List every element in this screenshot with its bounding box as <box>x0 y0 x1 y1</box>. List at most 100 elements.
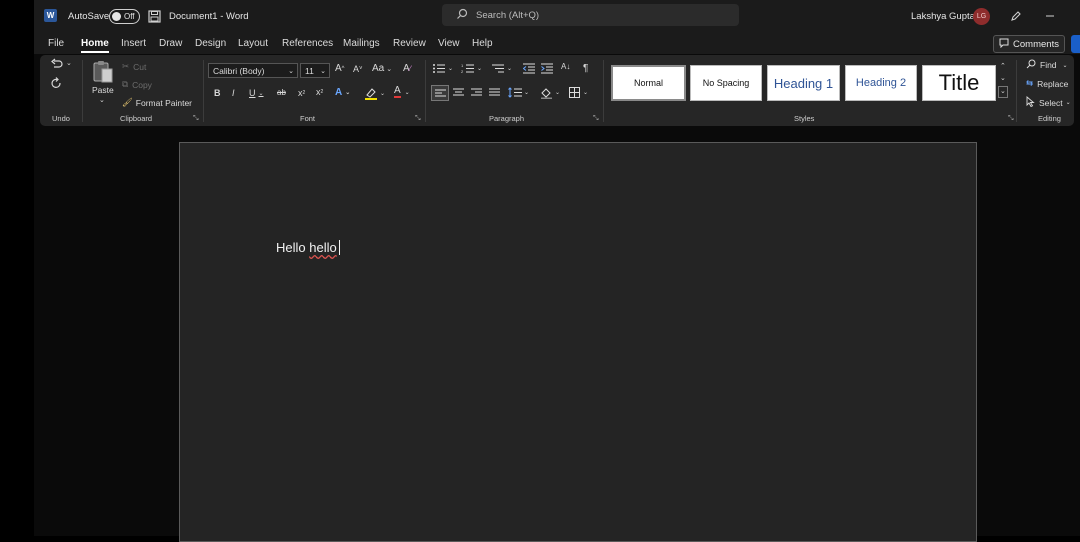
font-size-value: 11 <box>305 65 314 76</box>
format-painter-button[interactable]: 🖌 Format Painter <box>122 97 192 108</box>
paste-icon[interactable] <box>92 60 114 84</box>
paste-dropdown-icon[interactable]: ⌄ <box>99 96 105 104</box>
document-body[interactable]: Hello hello <box>276 240 340 255</box>
divider <box>1016 60 1017 122</box>
show-formatting-icon[interactable]: ¶ <box>583 63 588 74</box>
sort-icon[interactable]: A↓ <box>561 62 570 71</box>
share-button[interactable] <box>1071 35 1080 53</box>
borders-icon[interactable]: ⌄ <box>569 87 588 98</box>
word-logo-icon: W <box>44 9 57 22</box>
highlight-icon[interactable]: ⌄ <box>364 86 385 100</box>
paintbrush-icon: 🖌 <box>122 97 133 107</box>
tab-file[interactable]: File <box>48 38 64 49</box>
font-group-label: Font <box>300 114 316 123</box>
styles-scroll[interactable]: ⌃ ⌄ ⌄ <box>998 62 1008 98</box>
shrink-font-icon[interactable]: A ˅ <box>353 64 363 74</box>
find-label: Find <box>1040 60 1057 70</box>
replace-button[interactable]: ⇆ Replace <box>1026 78 1068 89</box>
bullets-icon[interactable]: ⌄ <box>432 63 453 74</box>
decrease-indent-icon[interactable] <box>523 63 535 74</box>
misspelled-word[interactable]: hello <box>309 240 336 255</box>
save-icon[interactable] <box>148 0 161 32</box>
pen-icon[interactable] <box>1010 0 1022 32</box>
line-spacing-icon[interactable]: ⌄ <box>508 87 529 98</box>
comments-button[interactable]: Comments <box>993 35 1065 53</box>
document-page[interactable] <box>179 142 977 542</box>
clipboard-launcher-icon[interactable]: ⤡ <box>193 115 199 123</box>
divider <box>425 60 426 122</box>
multilevel-list-icon[interactable]: ⌄ <box>491 63 512 74</box>
tab-mailings[interactable]: Mailings <box>343 38 380 49</box>
scissors-icon: ✂ <box>122 61 130 71</box>
cut-button[interactable]: ✂ Cut <box>122 61 146 72</box>
chevron-down-icon: ⌄ <box>1062 62 1068 69</box>
paragraph-group-label: Paragraph <box>489 114 525 123</box>
chevron-up-icon[interactable]: ⌃ <box>1000 62 1006 72</box>
align-right-icon[interactable] <box>471 88 482 97</box>
style-heading-1[interactable]: Heading 1 <box>767 65 840 101</box>
tab-home[interactable]: Home <box>81 38 109 53</box>
tab-design[interactable]: Design <box>195 38 226 49</box>
tab-draw[interactable]: Draw <box>159 38 182 49</box>
more-icon[interactable]: ⌄ <box>998 86 1008 98</box>
find-button[interactable]: Find ⌄ <box>1026 59 1068 71</box>
chevron-down-icon[interactable]: ⌄ <box>1000 74 1006 84</box>
italic-icon[interactable]: I <box>232 88 235 98</box>
style-no-spacing[interactable]: No Spacing <box>690 65 762 101</box>
style-heading-2[interactable]: Heading 2 <box>845 65 917 101</box>
style-normal[interactable]: Normal <box>611 65 686 101</box>
font-family-select[interactable]: Calibri (Body) ⌄ <box>208 63 298 78</box>
superscript-icon[interactable]: x2 <box>316 87 323 97</box>
copy-button[interactable]: ⧉ Copy <box>122 79 152 90</box>
search-box[interactable]: Search (Alt+Q) <box>442 4 739 26</box>
text-effects-icon[interactable]: A ⌄ <box>335 87 350 98</box>
search-icon <box>456 8 468 23</box>
undo-dropdown-icon[interactable]: ⌄ <box>66 59 72 67</box>
redo-icon[interactable] <box>50 77 63 90</box>
strikethrough-icon[interactable]: ab <box>277 88 286 97</box>
paragraph-launcher-icon[interactable]: ⤡ <box>593 115 599 123</box>
tab-insert[interactable]: Insert <box>121 38 146 49</box>
chevron-down-icon: ⌄ <box>320 67 326 75</box>
style-title[interactable]: Title <box>922 65 996 101</box>
tab-layout[interactable]: Layout <box>238 38 268 49</box>
text-caret <box>338 240 340 255</box>
document-title: Document1 - Word <box>169 10 249 22</box>
paste-button[interactable]: Paste <box>92 85 114 95</box>
tab-help[interactable]: Help <box>472 38 493 49</box>
undo-icon[interactable] <box>50 58 63 70</box>
tab-view[interactable]: View <box>438 38 460 49</box>
change-case-icon[interactable]: Aa ⌄ <box>372 63 392 74</box>
grow-font-icon[interactable]: A ^ <box>335 63 345 74</box>
align-left-icon[interactable] <box>431 85 449 101</box>
font-launcher-icon[interactable]: ⤡ <box>415 115 421 123</box>
tab-review[interactable]: Review <box>393 38 426 49</box>
comment-icon <box>999 38 1009 51</box>
autosave-label: AutoSave <box>68 10 110 22</box>
format-painter-label: Format Painter <box>135 97 193 108</box>
toggle-knob <box>112 11 121 21</box>
user-name[interactable]: Lakshya Gupta <box>911 0 975 32</box>
avatar[interactable]: LG <box>973 7 990 25</box>
minimize-icon[interactable] <box>1045 0 1055 32</box>
justify-icon[interactable] <box>489 88 500 97</box>
numbering-icon[interactable]: 1 2 ⌄ <box>461 63 482 74</box>
tab-references[interactable]: References <box>282 38 333 49</box>
subscript-icon[interactable]: x2 <box>298 88 305 98</box>
underline-icon[interactable]: U ⌄ <box>249 88 264 98</box>
increase-indent-icon[interactable] <box>541 63 553 74</box>
copy-icon: ⧉ <box>122 79 129 89</box>
shading-icon[interactable]: ⌄ <box>540 86 560 99</box>
comments-label: Comments <box>1013 38 1059 50</box>
styles-launcher-icon[interactable]: ⤡ <box>1008 115 1014 123</box>
divider <box>603 60 604 122</box>
font-color-icon[interactable]: A ⌄ <box>394 86 410 98</box>
autosave-toggle[interactable]: Off <box>109 0 140 32</box>
clear-formatting-icon[interactable]: A ∕ <box>403 63 411 74</box>
editing-group-label: Editing <box>1038 114 1061 123</box>
word-window: W AutoSave Off Document1 - Word Search (… <box>0 0 1080 542</box>
select-button[interactable]: Select ⌄ <box>1026 96 1071 109</box>
align-center-icon[interactable] <box>453 88 464 97</box>
font-size-select[interactable]: 11 ⌄ <box>300 63 330 78</box>
bold-icon[interactable]: B <box>214 88 221 98</box>
